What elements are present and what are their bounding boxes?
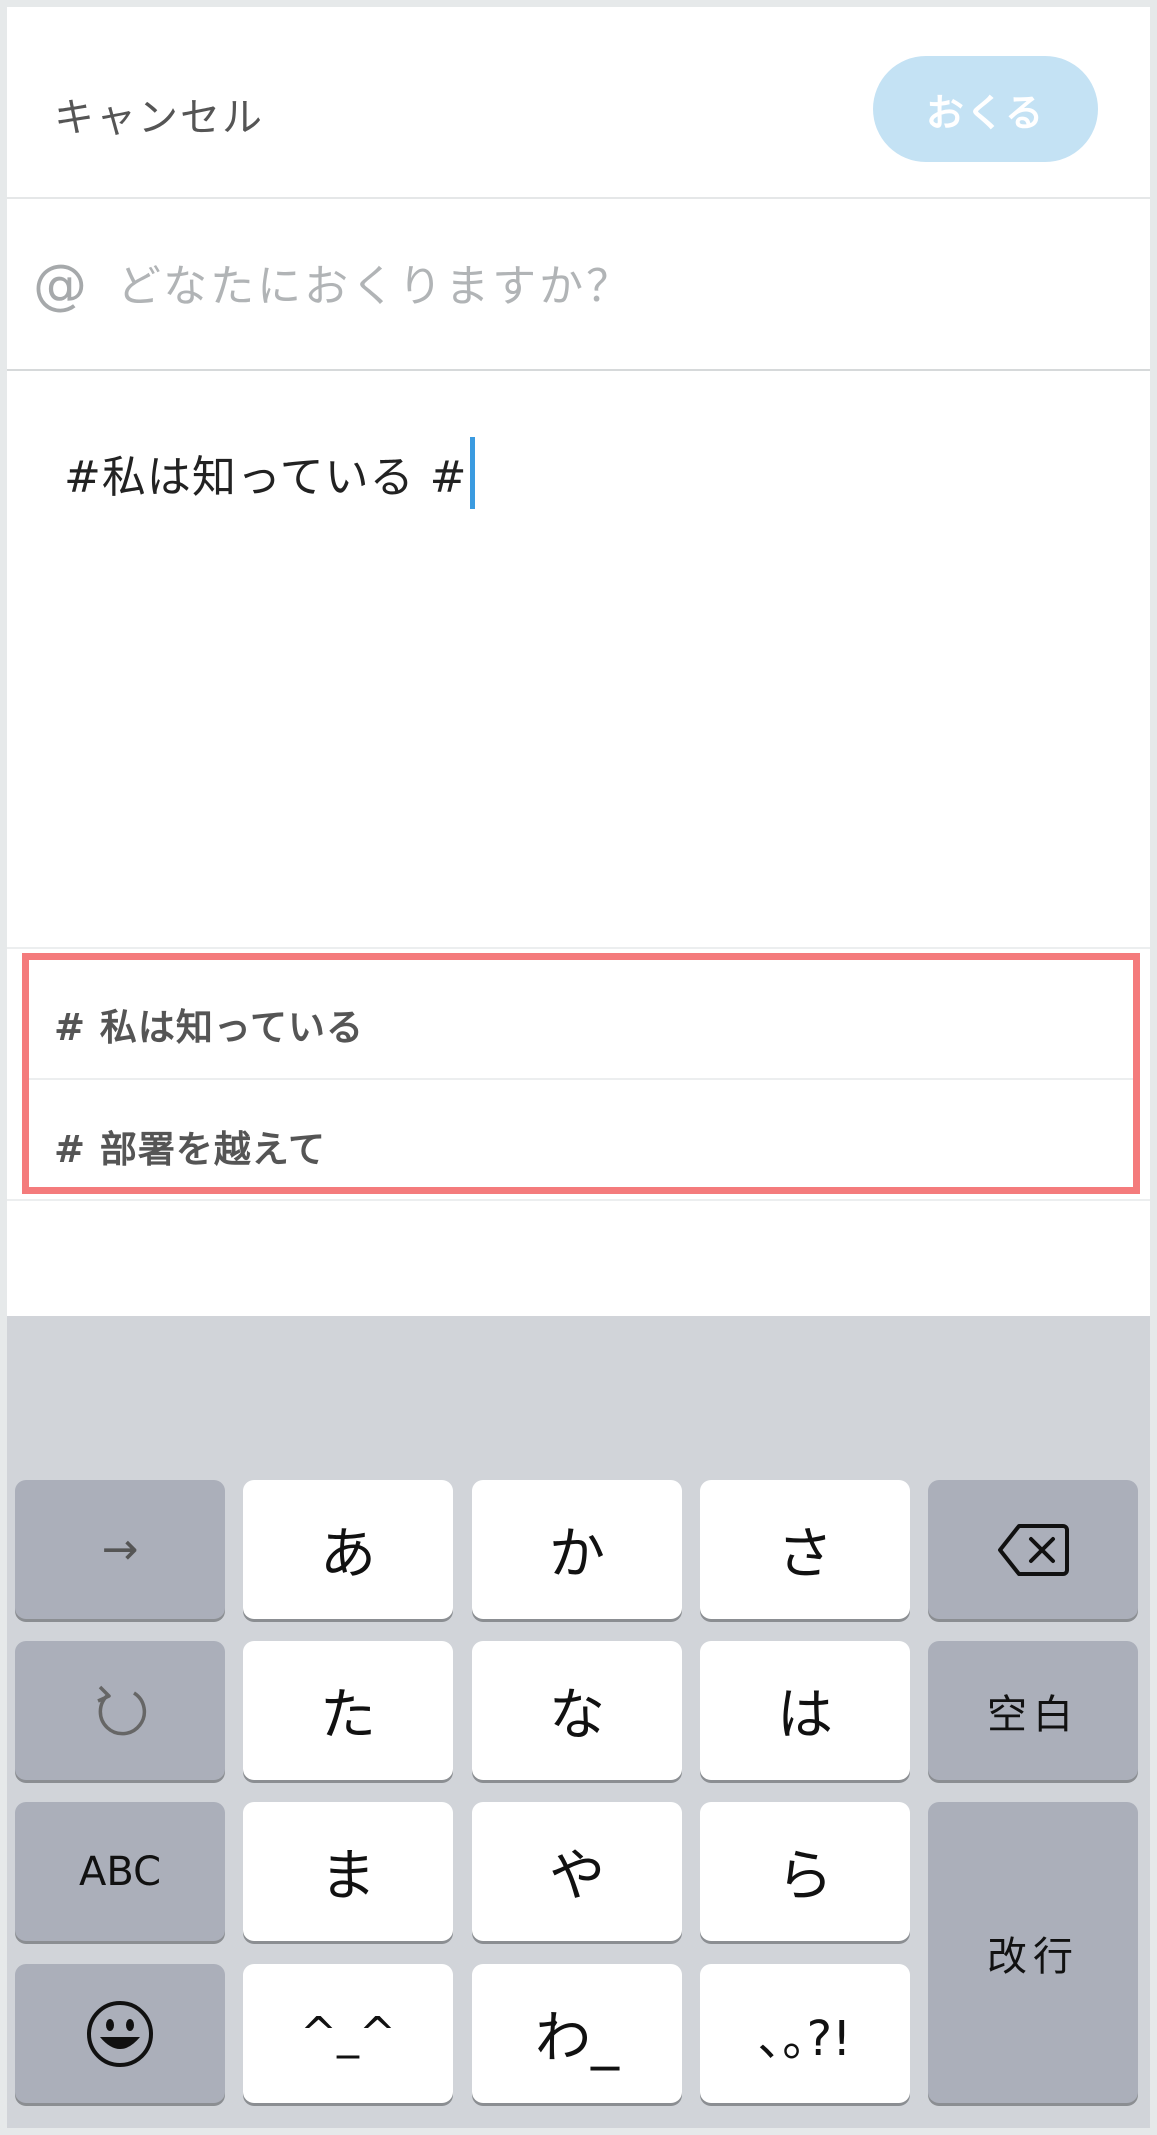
- arrow-right-icon: →: [101, 1524, 139, 1575]
- suggestion-highlight-box: [22, 953, 1140, 1194]
- emoji-icon: [87, 2000, 153, 2067]
- message-text: #私は知っている #: [64, 452, 468, 503]
- message-body[interactable]: #私は知っている #: [64, 437, 475, 509]
- recipient-row: @: [7, 201, 1150, 371]
- key-punctuation[interactable]: ､｡?!: [700, 1964, 910, 2103]
- compose-header: キャンセル おくる: [7, 7, 1150, 199]
- key-kaomoji[interactable]: ^_^: [243, 1964, 453, 2103]
- key-ka[interactable]: か: [472, 1480, 682, 1619]
- key-ra[interactable]: ら: [700, 1802, 910, 1941]
- key-ha[interactable]: は: [700, 1641, 910, 1780]
- at-icon: @: [33, 253, 87, 316]
- key-a[interactable]: あ: [243, 1480, 453, 1619]
- return-key[interactable]: 改行: [928, 1802, 1138, 2103]
- key-na[interactable]: な: [472, 1641, 682, 1780]
- delete-icon: [998, 1523, 1069, 1576]
- send-button[interactable]: おくる: [873, 56, 1098, 162]
- key-sa[interactable]: さ: [700, 1480, 910, 1619]
- abc-key[interactable]: ABC: [15, 1802, 225, 1941]
- text-caret: [469, 437, 475, 509]
- undo-icon: [97, 1685, 147, 1735]
- key-ma[interactable]: ま: [243, 1802, 453, 1941]
- japanese-keyboard: → あ か さ た な は 空白 ABC ま や ら 改行 ^_^ わ_ ､｡?…: [7, 1316, 1150, 2128]
- undo-key[interactable]: [15, 1641, 225, 1780]
- key-wa[interactable]: わ_: [472, 1964, 682, 2103]
- compose-screen: キャンセル おくる @ #私は知っている # # 私は知っている # 部署を越え…: [7, 7, 1150, 2128]
- delete-key[interactable]: [928, 1480, 1138, 1619]
- key-ya[interactable]: や: [472, 1802, 682, 1941]
- space-key[interactable]: 空白: [928, 1641, 1138, 1780]
- hashtag-suggestions: # 私は知っている # 部署を越えて: [7, 947, 1150, 1201]
- next-candidate-key[interactable]: →: [15, 1480, 225, 1619]
- cancel-button[interactable]: キャンセル: [54, 85, 264, 143]
- emoji-key[interactable]: [15, 1964, 225, 2103]
- recipient-input[interactable]: [117, 251, 1097, 321]
- key-ta[interactable]: た: [243, 1641, 453, 1780]
